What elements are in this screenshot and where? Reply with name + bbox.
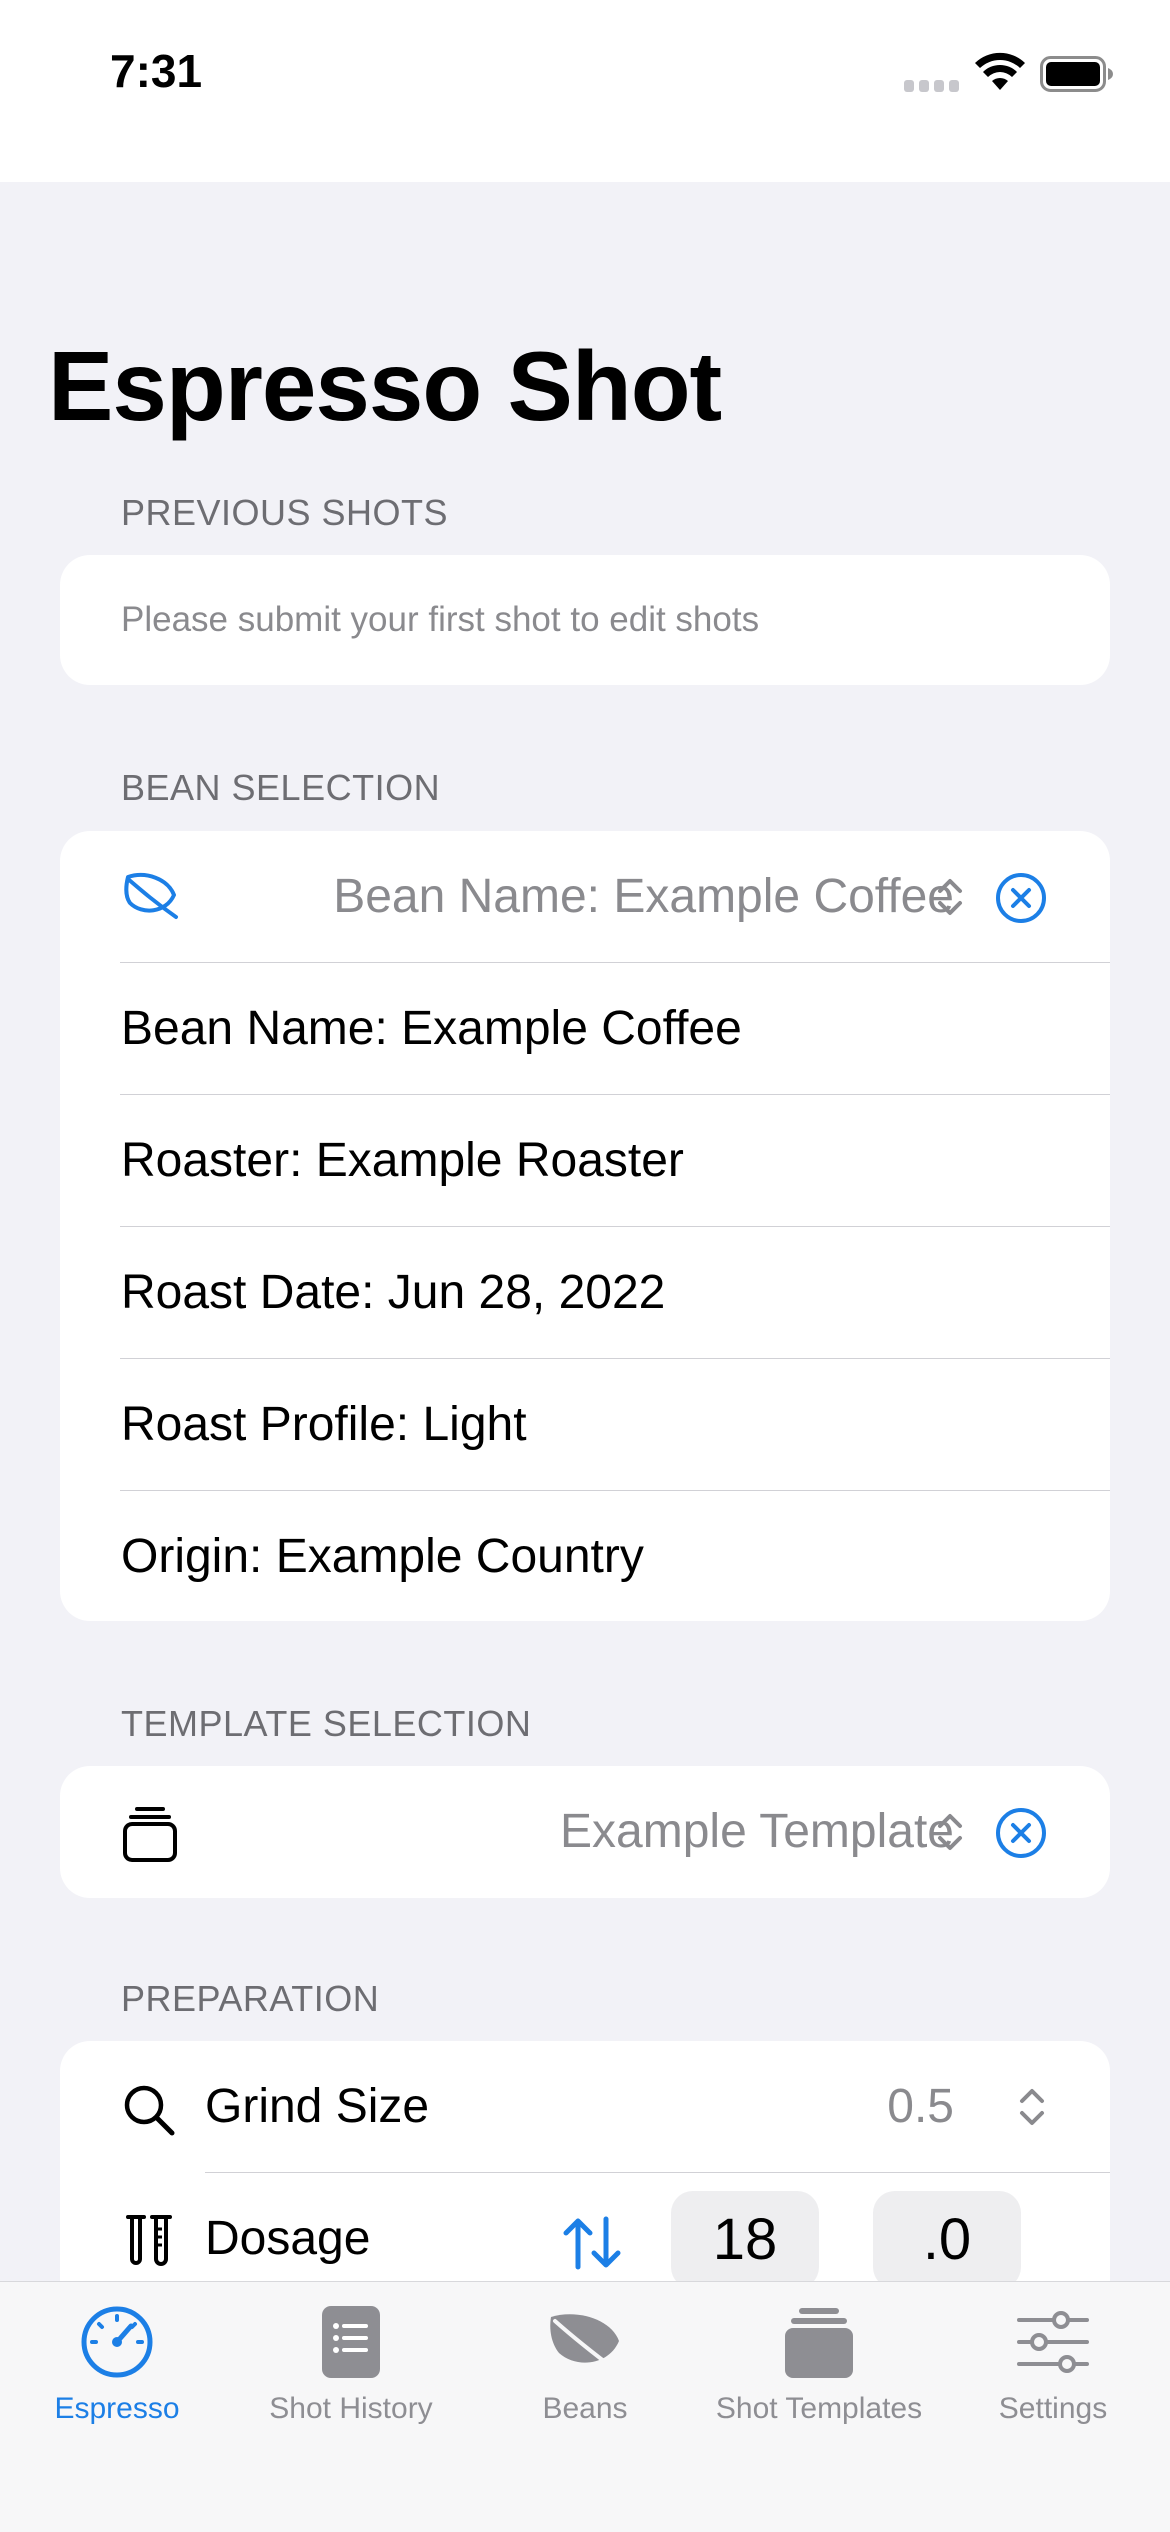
template-picker-row[interactable]: Example Template bbox=[60, 1766, 1110, 1898]
tab-espresso[interactable]: Espresso bbox=[0, 2282, 234, 2442]
bean-detail-row: Roast Date: Jun 28, 2022 bbox=[60, 1227, 1110, 1359]
magnifying-glass-icon bbox=[122, 2083, 176, 2142]
tab-settings[interactable]: Settings bbox=[936, 2282, 1170, 2442]
page-title: Espresso Shot bbox=[48, 331, 722, 441]
status-time: 7:31 bbox=[110, 45, 203, 97]
roaster-detail: Roaster: Example Roaster bbox=[121, 1134, 684, 1187]
bean-selection-card: Bean Name: Example Coffee Bean Name: Exa… bbox=[60, 831, 1110, 1621]
tab-label: Espresso bbox=[54, 2392, 180, 2425]
test-tubes-icon bbox=[122, 2213, 176, 2274]
template-picker-value: Example Template bbox=[560, 1805, 954, 1858]
previous-shots-card: Please submit your first shot to edit sh… bbox=[60, 555, 1110, 685]
bean-selection-header: BEAN SELECTION bbox=[121, 767, 441, 808]
previous-shots-header: PREVIOUS SHOTS bbox=[121, 492, 449, 533]
status-bar: 7:31 bbox=[0, 0, 1170, 182]
origin-detail: Origin: Example Country bbox=[121, 1530, 644, 1583]
wifi-icon bbox=[974, 52, 1026, 97]
tab-shot-history[interactable]: Shot History bbox=[234, 2282, 468, 2442]
bean-picker-value: Bean Name: Example Coffee bbox=[333, 870, 954, 923]
chevron-up-down-icon bbox=[1017, 2087, 1047, 2132]
preparation-header: PREPARATION bbox=[121, 1978, 380, 2019]
roast-date-detail: Roast Date: Jun 28, 2022 bbox=[121, 1266, 666, 1319]
dosage-decimal-input[interactable]: .0 bbox=[873, 2191, 1021, 2289]
template-selection-header: TEMPLATE SELECTION bbox=[121, 1703, 532, 1744]
grind-size-value: 0.5 bbox=[887, 2080, 954, 2133]
bean-detail-row: Roaster: Example Roaster bbox=[60, 1095, 1110, 1227]
previous-shots-placeholder: Please submit your first shot to edit sh… bbox=[121, 600, 760, 639]
screen: 7:31 Espresso Shot PREVIOUS SHOTS Please… bbox=[0, 0, 1170, 2532]
bean-name-detail: Bean Name: Example Coffee bbox=[121, 1002, 742, 1055]
chevron-up-down-icon bbox=[935, 1812, 965, 1857]
tab-shot-templates[interactable]: Shot Templates bbox=[702, 2282, 936, 2442]
dosage-whole-input[interactable]: 18 bbox=[671, 2191, 819, 2289]
swap-units-icon[interactable] bbox=[560, 2215, 626, 2276]
sliders-icon bbox=[936, 2300, 1170, 2384]
templates-icon bbox=[122, 1804, 178, 1867]
bean-detail-row: Origin: Example Country bbox=[60, 1491, 1110, 1621]
tab-label: Shot Templates bbox=[715, 2392, 923, 2425]
tab-bar: Espresso Shot History Beans Shot Templat… bbox=[0, 2281, 1170, 2532]
clear-template-button[interactable] bbox=[995, 1807, 1047, 1864]
cellular-signal-icon bbox=[904, 80, 960, 94]
gauge-icon bbox=[0, 2300, 234, 2384]
list-icon bbox=[234, 2300, 468, 2384]
tab-beans[interactable]: Beans bbox=[468, 2282, 702, 2442]
grind-size-label: Grind Size bbox=[205, 2080, 430, 2133]
grind-size-row[interactable]: Grind Size 0.5 bbox=[60, 2041, 1110, 2173]
leaf-icon bbox=[122, 869, 180, 926]
templates-icon bbox=[702, 2300, 936, 2384]
tab-label: Shot History bbox=[269, 2392, 433, 2425]
battery-icon bbox=[1040, 56, 1114, 97]
leaf-icon bbox=[468, 2300, 702, 2384]
bean-detail-row: Bean Name: Example Coffee bbox=[60, 963, 1110, 1095]
tab-label: Beans bbox=[542, 2392, 628, 2425]
chevron-up-down-icon bbox=[935, 877, 965, 922]
template-selection-card: Example Template bbox=[60, 1766, 1110, 1898]
bean-picker-row[interactable]: Bean Name: Example Coffee bbox=[60, 831, 1110, 963]
clear-bean-button[interactable] bbox=[995, 872, 1047, 929]
bean-detail-row: Roast Profile: Light bbox=[60, 1359, 1110, 1491]
tab-label: Settings bbox=[998, 2392, 1108, 2425]
roast-profile-detail: Roast Profile: Light bbox=[121, 1398, 527, 1451]
